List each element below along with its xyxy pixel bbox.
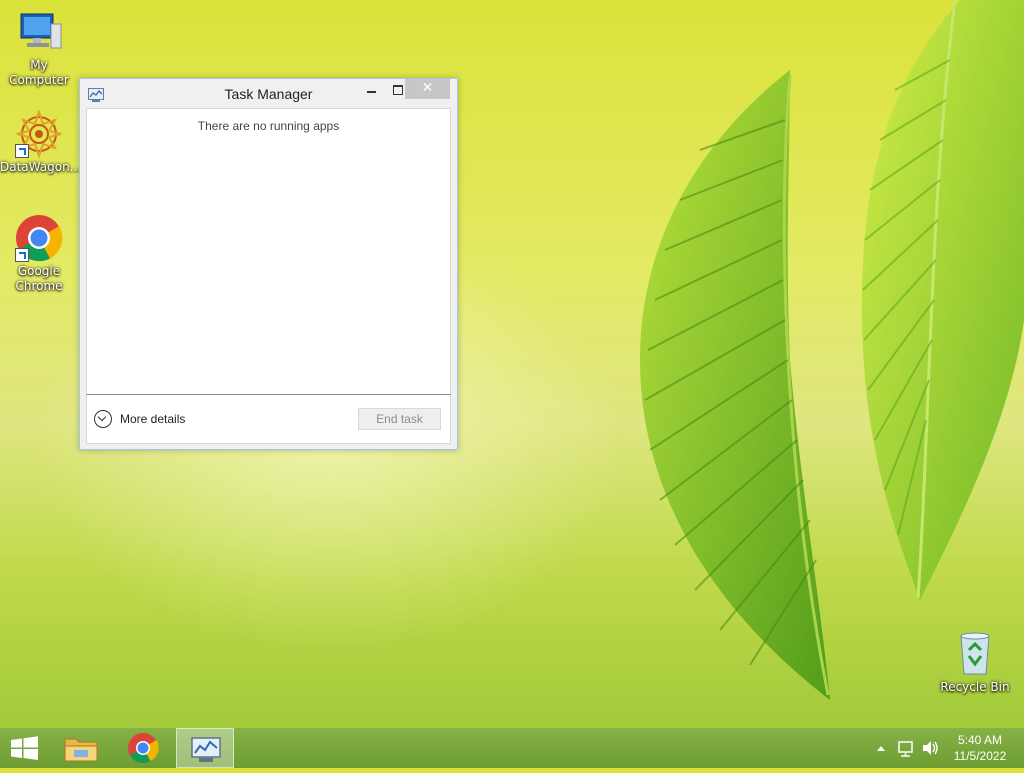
more-details-label: More details (120, 412, 186, 426)
desktop-icon-google-chrome[interactable]: Google Chrome (0, 214, 78, 294)
taskbar-task-manager[interactable] (176, 728, 234, 768)
start-button[interactable] (0, 728, 58, 768)
minimize-button[interactable] (359, 80, 385, 100)
shortcut-arrow-icon (15, 144, 29, 158)
clock[interactable]: 5:40 AM 11/5/2022 (944, 732, 1016, 764)
speaker-icon (923, 741, 938, 755)
task-manager-icon (191, 737, 221, 762)
clock-time: 5:40 AM (957, 733, 1003, 747)
task-manager-window[interactable]: Task Manager ✕ There are no running apps… (79, 78, 458, 450)
close-icon: ✕ (421, 80, 434, 96)
taskbar-google-chrome[interactable] (114, 728, 172, 768)
shortcut-arrow-icon (15, 248, 29, 262)
datawagon-icon (15, 108, 63, 160)
show-hidden-icons-button[interactable] (874, 728, 888, 768)
network-tray-button[interactable] (896, 728, 916, 768)
chevron-up-icon (877, 746, 885, 751)
task-manager-footer: More details End task (86, 394, 451, 444)
end-task-button[interactable]: End task (358, 408, 441, 430)
close-button[interactable]: ✕ (405, 79, 450, 99)
recycle-bin-icon (951, 630, 999, 678)
desktop-icon-label: Google Chrome (15, 264, 63, 293)
desktop-icon-label: DataWagon... (0, 160, 82, 174)
desktop-icon-my-computer[interactable]: My Computer (0, 8, 78, 88)
desktop-icon-label: My Computer (9, 58, 69, 87)
app-list: There are no running apps (86, 108, 451, 395)
taskbar-file-explorer[interactable] (52, 728, 110, 768)
chrome-icon (15, 214, 63, 262)
empty-state-message: There are no running apps (197, 119, 340, 133)
more-details-button[interactable]: More details (94, 408, 185, 430)
chevron-down-icon (94, 410, 112, 428)
chrome-icon (128, 733, 159, 764)
computer-icon (15, 8, 63, 56)
folder-icon (64, 738, 98, 762)
windows-logo-icon (11, 736, 38, 760)
desktop-icon-recycle-bin[interactable]: Recycle Bin (936, 630, 1014, 695)
clock-date: 11/5/2022 (953, 749, 1007, 763)
network-icon (898, 741, 913, 757)
volume-tray-button[interactable] (920, 728, 940, 768)
taskbar: 5:40 AM 11/5/2022 (0, 728, 1024, 768)
title-bar[interactable]: Task Manager ✕ (80, 79, 457, 108)
desktop-icon-label: Recycle Bin (940, 680, 1010, 694)
desktop-icon-datawagon[interactable]: DataWagon... (0, 108, 82, 175)
